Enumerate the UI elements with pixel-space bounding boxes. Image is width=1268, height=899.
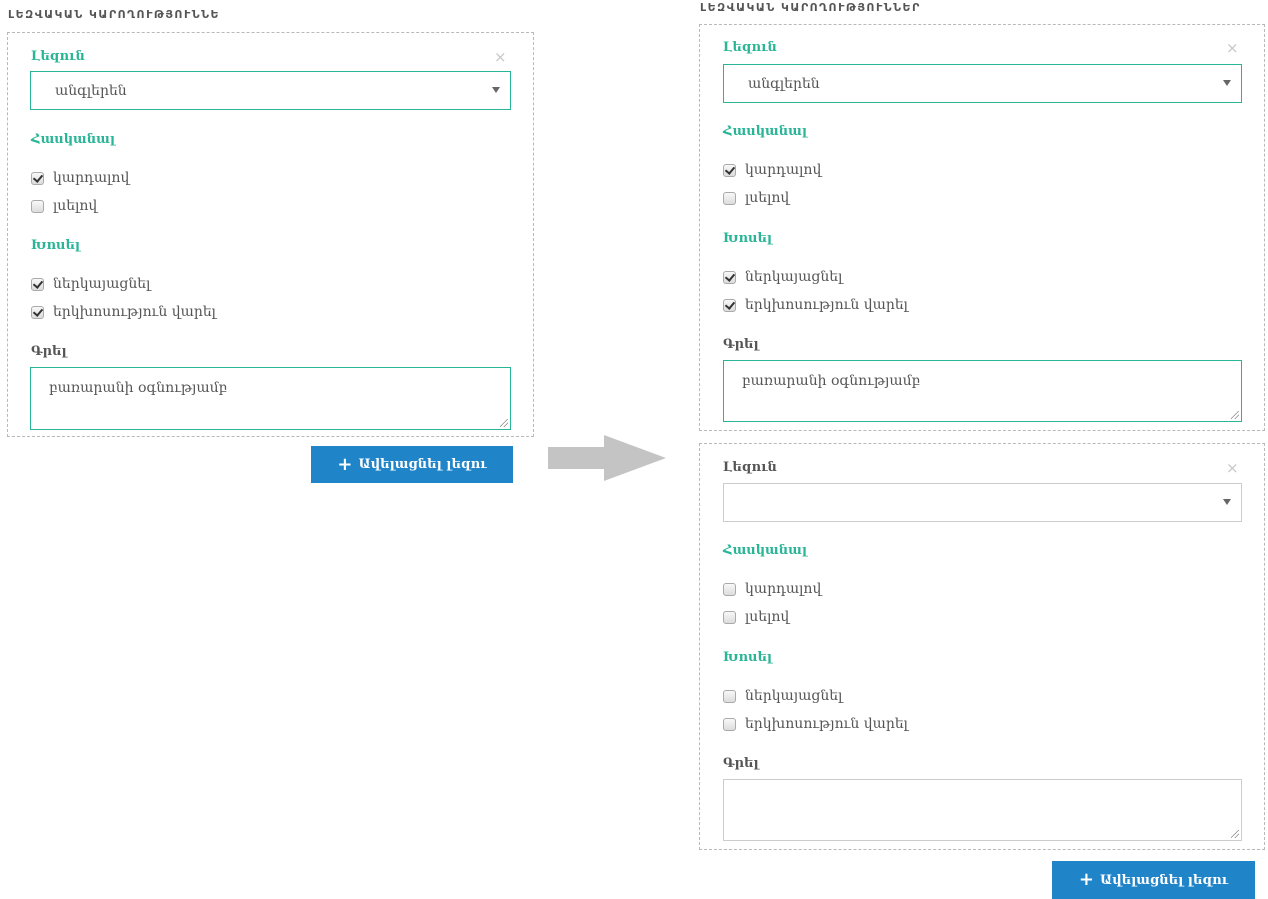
checkbox-label: լսելով [53, 198, 98, 214]
close-icon[interactable]: × [1226, 460, 1239, 476]
write-label: Գրել [31, 344, 67, 359]
checkbox-icon[interactable] [31, 305, 44, 319]
checkbox-icon[interactable] [723, 163, 736, 177]
section-heading: ԼԵԶՎԱԿԱՆ ԿԱՐՈՂՈՒԹՅՈՒՆՆԵՐ [700, 1, 921, 14]
checkbox-icon[interactable] [723, 191, 736, 205]
plus-icon: + [1078, 869, 1094, 890]
checkbox-icon[interactable] [723, 270, 736, 284]
resize-handle[interactable] [1231, 411, 1239, 419]
checkbox-icon[interactable] [723, 582, 736, 596]
checkbox-icon[interactable] [723, 610, 736, 624]
write-label: Գրել [723, 756, 759, 771]
caret-down-icon [1223, 498, 1231, 505]
checkbox-label: կարդալով [53, 170, 130, 186]
language-entry-panel: Լեզուն × անգլերեն Հասկանալ կարդալով լսել… [699, 24, 1265, 431]
checkbox-presenting[interactable]: ներկայացնել [31, 275, 150, 293]
checkbox-icon[interactable] [723, 717, 736, 731]
checkbox-presenting[interactable]: ներկայացնել [723, 687, 842, 705]
checkbox-reading[interactable]: կարդալով [723, 580, 821, 598]
understand-label: Հասկանալ [723, 543, 807, 558]
arrow-right-icon [548, 435, 666, 481]
checkbox-presenting[interactable]: ներկայացնել [723, 268, 842, 286]
plus-icon: + [337, 453, 353, 475]
resize-handle[interactable] [500, 419, 508, 427]
checkbox-label: լսելով [745, 609, 790, 625]
checkbox-reading[interactable]: կարդալով [31, 169, 129, 187]
language-select-value: անգլերեն [748, 75, 820, 92]
speak-label: Խոսել [723, 650, 773, 665]
language-label: Լեզուն [31, 49, 85, 64]
checkbox-label: լսելով [745, 190, 790, 206]
understand-label: Հասկանալ [723, 124, 807, 139]
add-language-button[interactable]: + Ավելացնել լեզու [1052, 861, 1255, 899]
section-heading: ԼԵԶՎԱԿԱՆ ԿԱՐՈՂՈՒԹՅՈՒՆՆԵ [8, 8, 221, 21]
speak-label: Խոսել [31, 238, 81, 253]
language-label: Լեզուն [723, 460, 777, 475]
close-icon[interactable]: × [494, 49, 507, 65]
checkbox-dialogue[interactable]: երկխոսություն վարել [31, 303, 216, 321]
close-icon[interactable]: × [1226, 40, 1239, 56]
language-select[interactable] [723, 483, 1242, 522]
write-textarea-value: բառարանի օգնությամբ [49, 380, 228, 396]
write-textarea-value: բառարանի օգնությամբ [742, 373, 921, 389]
add-language-button[interactable]: + Ավելացնել լեզու [311, 446, 513, 483]
speak-label: Խոսել [723, 231, 773, 246]
language-entry-panel: Լեզուն × Հասկանալ կարդալով լսելով Խոսել … [699, 443, 1265, 850]
checkbox-label: երկխոսություն վարել [53, 304, 216, 320]
write-label: Գրել [723, 337, 759, 352]
checkbox-label: երկխոսություն վարել [745, 716, 908, 732]
checkbox-icon[interactable] [723, 689, 736, 703]
write-textarea[interactable]: բառարանի օգնությամբ [30, 367, 511, 430]
write-textarea[interactable] [723, 779, 1242, 841]
checkbox-icon[interactable] [723, 298, 736, 312]
checkbox-icon[interactable] [31, 199, 44, 213]
checkbox-label: կարդալով [745, 162, 822, 178]
checkbox-icon[interactable] [31, 277, 44, 291]
resize-handle[interactable] [1231, 830, 1239, 838]
checkbox-label: երկխոսություն վարել [745, 297, 908, 313]
checkbox-label: ներկայացնել [745, 269, 843, 285]
checkbox-dialogue[interactable]: երկխոսություն վարել [723, 296, 908, 314]
caret-down-icon [1223, 79, 1231, 86]
language-select[interactable]: անգլերեն [723, 64, 1242, 103]
checkbox-label: կարդալով [745, 581, 822, 597]
add-language-button-label: Ավելացնել լեզու [358, 457, 487, 472]
checkbox-listening[interactable]: լսելով [723, 608, 789, 626]
language-select[interactable]: անգլերեն [30, 71, 511, 110]
checkbox-listening[interactable]: լսելով [723, 189, 789, 207]
checkbox-label: ներկայացնել [745, 688, 843, 704]
add-language-button-label: Ավելացնել լեզու [1099, 872, 1229, 888]
checkbox-dialogue[interactable]: երկխոսություն վարել [723, 715, 908, 733]
checkbox-listening[interactable]: լսելով [31, 197, 97, 215]
language-label: Լեզուն [723, 40, 777, 55]
language-select-value: անգլերեն [55, 82, 127, 99]
write-textarea[interactable]: բառարանի օգնությամբ [723, 360, 1242, 422]
checkbox-reading[interactable]: կարդալով [723, 161, 821, 179]
checkbox-icon[interactable] [31, 171, 44, 185]
understand-label: Հասկանալ [31, 132, 115, 147]
language-entry-panel: Լեզուն × անգլերեն Հասկանալ կարդալով լսել… [7, 32, 534, 437]
checkbox-label: ներկայացնել [53, 276, 151, 292]
caret-down-icon [492, 86, 500, 93]
